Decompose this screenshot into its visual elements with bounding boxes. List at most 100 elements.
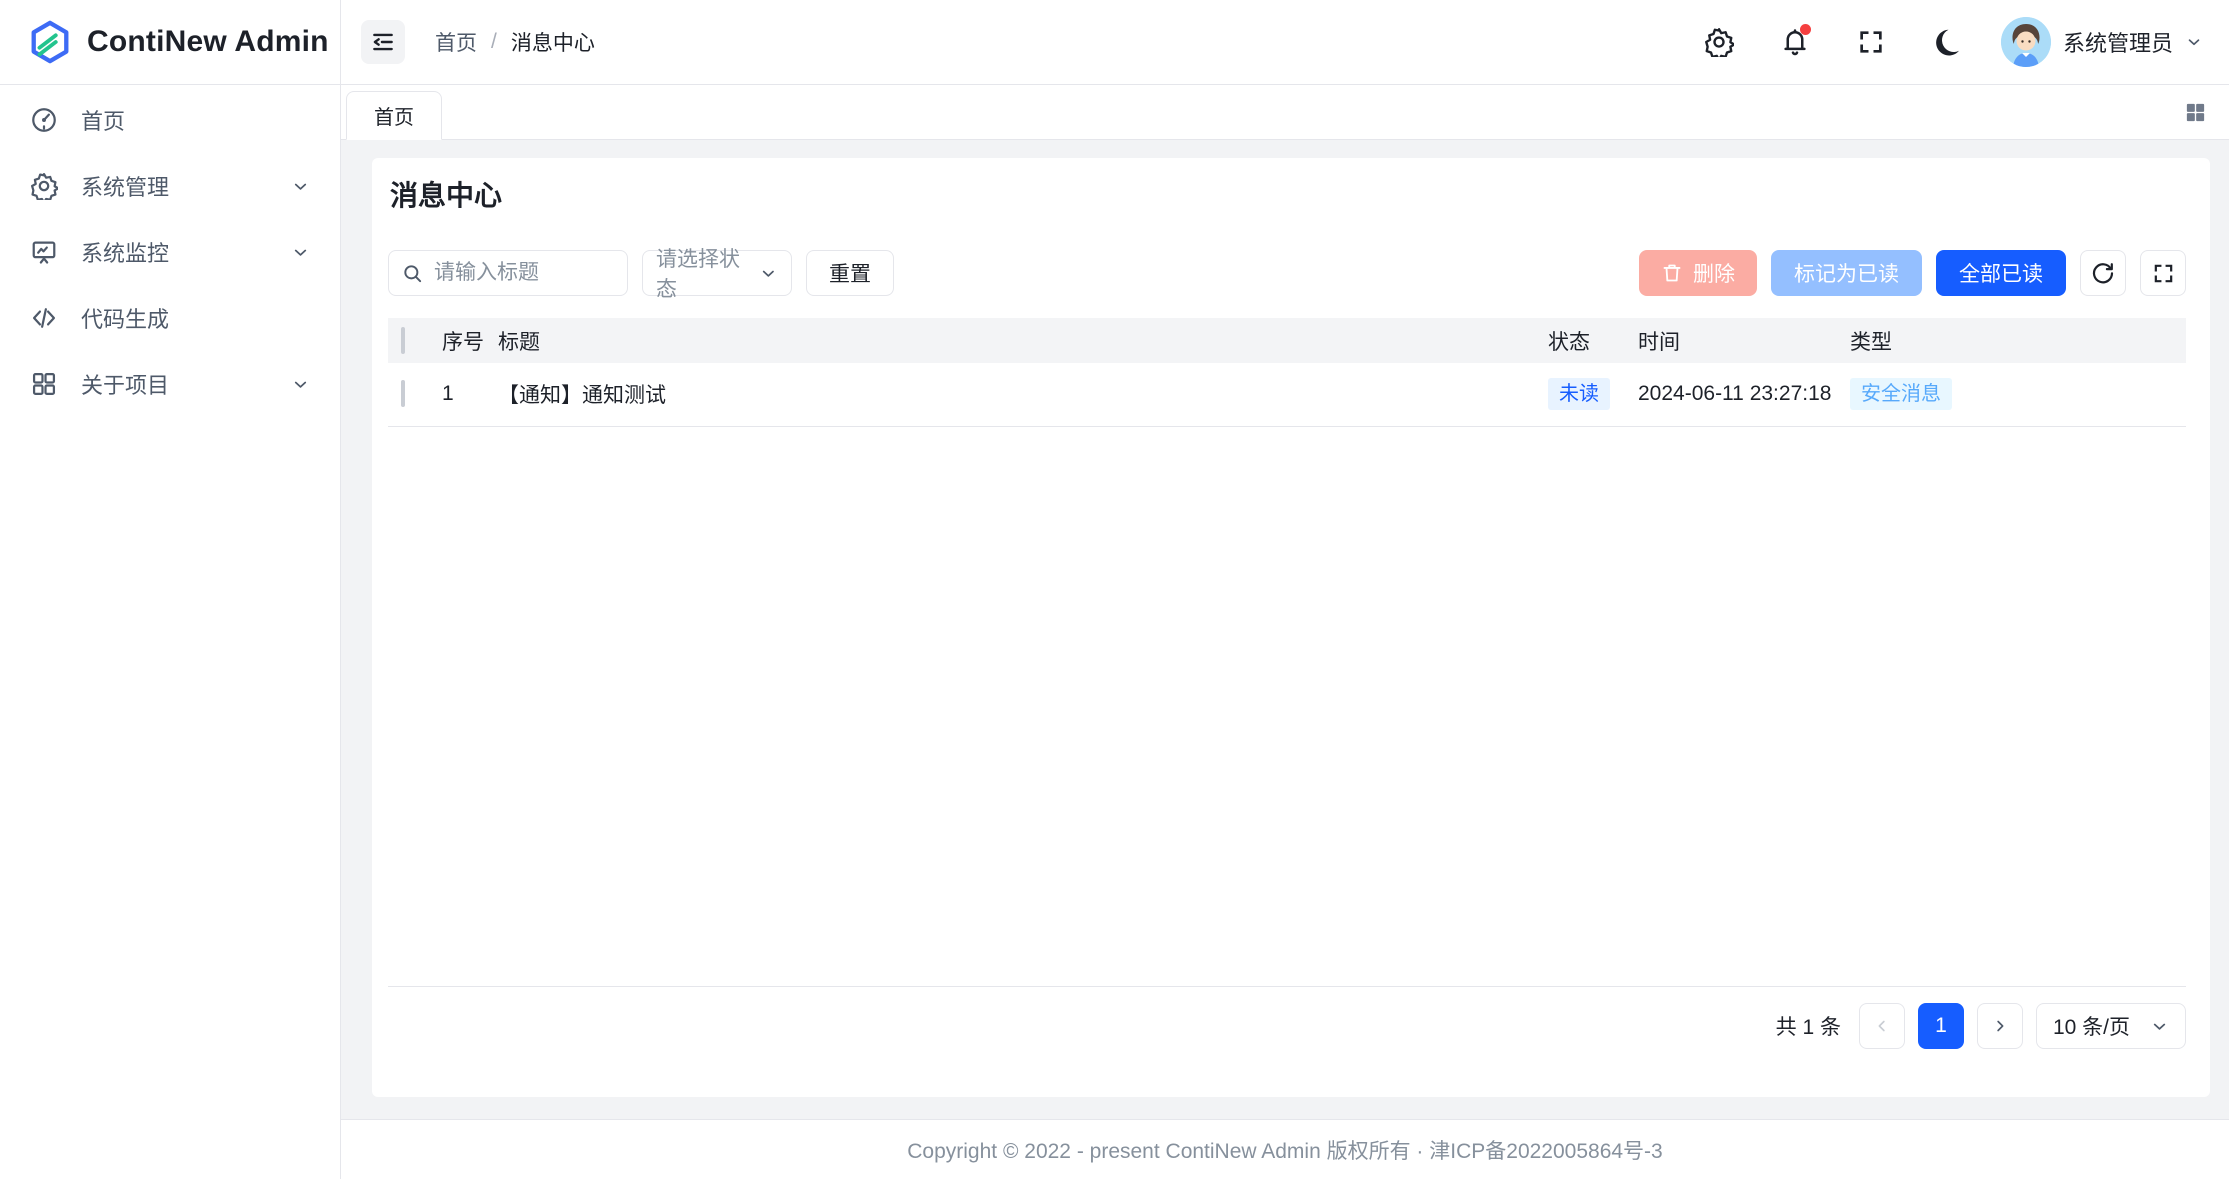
content-area: 消息中心 请选择状态 重置 (341, 140, 2229, 1119)
trash-icon (1661, 262, 1683, 284)
mark-as-read-button[interactable]: 标记为已读 (1771, 250, 1922, 296)
pagination-total: 共 1 条 (1776, 1011, 1841, 1041)
title-search-input[interactable] (434, 261, 615, 285)
monitor-icon (30, 238, 58, 266)
sidebar-item-label: 系统管理 (81, 170, 169, 202)
column-header-index: 序号 (438, 318, 494, 363)
fullscreen-icon (1857, 28, 1885, 56)
table-header-row: 序号 标题 状态 时间 类型 (388, 318, 2186, 363)
header-main: 首页 / 消息中心 (341, 0, 2229, 84)
chevron-down-icon (759, 264, 778, 283)
table-fullscreen-button[interactable] (2140, 250, 2186, 296)
chevron-down-icon (2150, 1017, 2169, 1036)
app-window: ContiNew Admin 首页 / 消息中心 (0, 0, 2229, 1179)
body-row: 首页 系统管理 系统监控 代码生成 关于项目 (0, 85, 2229, 1179)
search-icon (401, 262, 424, 285)
page-size-select[interactable]: 10 条/页 (2036, 1003, 2186, 1049)
status-select-placeholder: 请选择状态 (656, 243, 759, 303)
menu-fold-icon (370, 29, 396, 55)
row-title: 【通知】通知测试 (494, 363, 1544, 426)
chevron-left-icon (1873, 1017, 1891, 1035)
row-checkbox[interactable] (401, 380, 405, 407)
sidebar-item-label: 关于项目 (81, 368, 169, 400)
previous-page-button[interactable] (1859, 1003, 1905, 1049)
chevron-down-icon (2185, 33, 2203, 51)
sidebar-item-system-monitor[interactable]: 系统监控 (12, 223, 328, 281)
page-title: 消息中心 (390, 178, 2186, 214)
code-icon (30, 304, 58, 332)
chevron-down-icon (291, 243, 310, 262)
user-name: 系统管理员 (2063, 26, 2173, 58)
reset-button[interactable]: 重置 (806, 250, 894, 296)
logo-hexagon-icon (27, 19, 73, 65)
sidebar-item-label: 代码生成 (81, 302, 169, 334)
breadcrumb-separator: / (491, 30, 497, 54)
expand-icon (2152, 262, 2175, 285)
refresh-icon (2091, 261, 2115, 285)
app-logo[interactable]: ContiNew Admin (0, 0, 341, 84)
toolbar: 请选择状态 重置 删除 标记为已读 全部已读 (388, 250, 2186, 296)
notification-dot (1800, 24, 1811, 35)
next-page-button[interactable] (1977, 1003, 2023, 1049)
dashboard-icon (30, 106, 58, 134)
pagination: 共 1 条 1 10 条/页 (388, 1003, 2186, 1049)
read-all-button[interactable]: 全部已读 (1936, 250, 2066, 296)
status-badge: 未读 (1548, 378, 1610, 410)
row-time: 2024-06-11 23:27:18 (1634, 363, 1846, 426)
page-number-button[interactable]: 1 (1918, 1003, 1964, 1049)
column-header-title: 标题 (494, 318, 1544, 363)
gear-icon (1704, 27, 1734, 57)
status-select[interactable]: 请选择状态 (642, 250, 792, 296)
gear-icon (30, 172, 58, 200)
page-size-value: 10 条/页 (2053, 1011, 2130, 1041)
sidebar-item-system-management[interactable]: 系统管理 (12, 157, 328, 215)
user-menu[interactable]: 系统管理员 (2001, 17, 2203, 67)
column-header-status: 状态 (1544, 318, 1634, 363)
breadcrumb-home[interactable]: 首页 (435, 27, 477, 57)
app-title: ContiNew Admin (87, 25, 329, 59)
chevron-down-icon (291, 177, 310, 196)
type-badge: 安全消息 (1850, 378, 1952, 410)
refresh-button[interactable] (2080, 250, 2126, 296)
notifications-button[interactable] (1773, 20, 1817, 64)
sidebar-collapse-button[interactable] (361, 20, 405, 64)
sidebar-item-label: 系统监控 (81, 236, 169, 268)
header-actions: 系统管理员 (1697, 17, 2203, 67)
header: ContiNew Admin 首页 / 消息中心 (0, 0, 2229, 85)
messages-table: 序号 标题 状态 时间 类型 1 (388, 318, 2186, 987)
toolbar-actions: 删除 标记为已读 全部已读 (1639, 250, 2186, 296)
apps-icon (30, 370, 58, 398)
fullscreen-button[interactable] (1849, 20, 1893, 64)
message-center-card: 消息中心 请选择状态 重置 (372, 158, 2210, 1097)
sidebar-item-code-generation[interactable]: 代码生成 (12, 289, 328, 347)
chevron-right-icon (1991, 1017, 2009, 1035)
delete-button-label: 删除 (1693, 258, 1735, 288)
tab-home[interactable]: 首页 (346, 91, 442, 140)
main-area: 首页 消息中心 请选择状态 (341, 85, 2229, 1179)
avatar (2001, 17, 2051, 67)
row-index: 1 (438, 363, 494, 426)
breadcrumb-current: 消息中心 (511, 27, 595, 57)
tab-bar-menu-button[interactable] (2184, 101, 2207, 124)
moon-icon (1932, 27, 1962, 57)
copyright-text: Copyright © 2022 - present ContiNew Admi… (907, 1135, 1662, 1165)
dark-mode-button[interactable] (1925, 20, 1969, 64)
settings-button[interactable] (1697, 20, 1741, 64)
grid-icon (2184, 101, 2207, 124)
footer: Copyright © 2022 - present ContiNew Admi… (341, 1119, 2229, 1179)
title-search-box (388, 250, 628, 296)
sidebar-item-label: 首页 (81, 104, 125, 136)
tab-label: 首页 (374, 101, 414, 130)
column-header-time: 时间 (1634, 318, 1846, 363)
sidebar: 首页 系统管理 系统监控 代码生成 关于项目 (0, 85, 341, 1179)
sidebar-item-home[interactable]: 首页 (12, 91, 328, 149)
delete-button[interactable]: 删除 (1639, 250, 1757, 296)
select-all-checkbox[interactable] (401, 327, 405, 354)
chevron-down-icon (291, 375, 310, 394)
breadcrumb: 首页 / 消息中心 (435, 27, 595, 57)
sidebar-item-about-project[interactable]: 关于项目 (12, 355, 328, 413)
tab-bar: 首页 (341, 85, 2229, 140)
table-row: 1 【通知】通知测试 未读 2024-06-11 23:27:18 安全消息 (388, 363, 2186, 426)
avatar-image (2001, 17, 2051, 67)
column-header-type: 类型 (1846, 318, 2186, 363)
